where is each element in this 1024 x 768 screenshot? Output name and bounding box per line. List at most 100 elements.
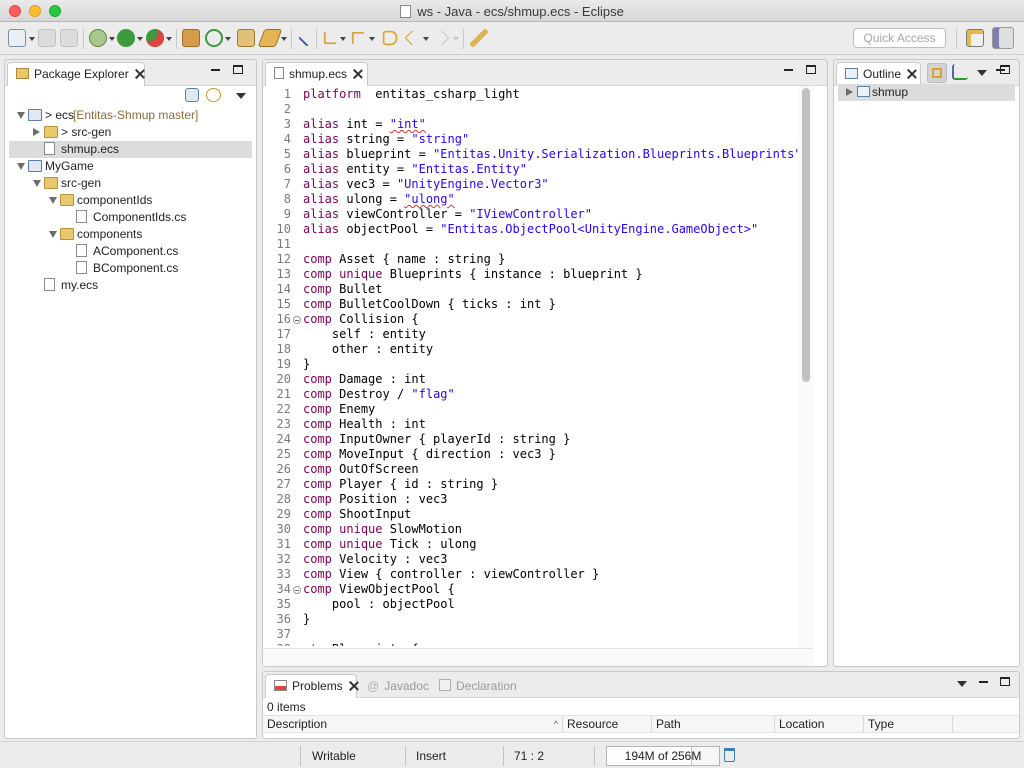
next-annotation-dropdown-icon[interactable] [340, 37, 346, 41]
new-file-icon[interactable] [8, 29, 26, 47]
debug-dropdown-icon[interactable] [109, 37, 115, 41]
tree-item[interactable]: my.ecs [9, 277, 252, 294]
java-perspective-icon[interactable] [992, 27, 1014, 49]
open-folder-icon[interactable] [237, 29, 255, 47]
close-icon[interactable] [349, 681, 359, 691]
refresh-icon[interactable] [205, 29, 223, 47]
search-icon[interactable] [257, 29, 283, 47]
run-external-icon[interactable] [146, 29, 164, 47]
forward-icon[interactable] [434, 30, 450, 46]
save-icon[interactable] [38, 29, 56, 47]
tab-problems[interactable]: Problems [265, 674, 357, 698]
maximize-panel-icon[interactable] [1000, 65, 1010, 74]
line-number: 29 [276, 507, 291, 521]
minimize-panel-icon[interactable] [979, 681, 988, 683]
run-icon[interactable] [117, 29, 135, 47]
fold-toggle-icon[interactable] [293, 586, 301, 594]
expand-icon[interactable] [846, 88, 853, 96]
tree-item[interactable]: BComponent.cs [9, 260, 252, 277]
trash-icon[interactable] [724, 748, 735, 762]
tree-item[interactable]: > ecs [Entitas-Shmup master] [9, 107, 252, 124]
collapse-icon[interactable] [17, 112, 25, 119]
editor-scrollbar-thumb[interactable] [802, 88, 810, 382]
tree-item[interactable]: MyGame [9, 158, 252, 175]
problems-count: 0 items [267, 700, 306, 714]
close-icon[interactable] [353, 69, 363, 79]
open-perspective-icon[interactable] [966, 29, 984, 47]
quick-access-input[interactable]: Quick Access [853, 28, 946, 48]
tree-item[interactable]: > src-gen [9, 124, 252, 141]
debug-icon[interactable] [89, 29, 107, 47]
tree-item[interactable]: ComponentIds.cs [9, 209, 252, 226]
code-token: MoveInput { direction : vec3 } [339, 447, 556, 461]
tab-javadoc[interactable]: @ Javadoc [367, 679, 429, 693]
maximize-panel-icon[interactable] [806, 65, 816, 74]
pin-icon[interactable] [298, 29, 316, 47]
search-dropdown-icon[interactable] [281, 37, 287, 41]
package-icon[interactable] [182, 29, 200, 47]
code-token: entity = [346, 162, 412, 176]
sort-alphabetical-icon[interactable] [952, 64, 968, 80]
column-resource[interactable]: Resource [563, 716, 652, 733]
prev-annotation-dropdown-icon[interactable] [369, 37, 375, 41]
tree-item[interactable]: AComponent.cs [9, 243, 252, 260]
editor-vertical-scrollbar[interactable] [799, 86, 813, 648]
column-location[interactable]: Location [775, 716, 864, 733]
collapse-icon[interactable] [49, 197, 57, 204]
outline-item-label: shmup [872, 85, 909, 99]
keyword-token: comp [303, 537, 332, 551]
collapse-icon[interactable] [17, 163, 25, 170]
view-menu-icon[interactable] [236, 93, 246, 99]
expand-icon[interactable] [33, 128, 40, 136]
editor-horizontal-scrollbar[interactable] [263, 648, 813, 666]
tab-declaration[interactable]: Declaration [439, 679, 517, 693]
last-edit-icon[interactable] [382, 30, 398, 46]
refresh-dropdown-icon[interactable] [225, 37, 231, 41]
external-dropdown-icon[interactable] [166, 37, 172, 41]
tree-item[interactable]: src-gen [9, 175, 252, 192]
column-description[interactable]: Description ^ [263, 716, 563, 733]
column-description-label: Description [267, 717, 328, 731]
project-icon [28, 109, 42, 121]
status-bar: Writable Insert 71 : 2 194M of 256M [0, 741, 1024, 768]
collapse-icon[interactable] [49, 231, 57, 238]
run-dropdown-icon[interactable] [137, 37, 143, 41]
prev-annotation-icon[interactable] [351, 31, 365, 45]
pen-icon[interactable] [470, 29, 488, 47]
maximize-panel-icon[interactable] [1000, 677, 1010, 686]
outline-item[interactable]: shmup [838, 84, 1015, 101]
save-all-icon[interactable] [60, 29, 78, 47]
new-dropdown-icon[interactable] [29, 37, 35, 41]
code-token: blueprint = [346, 147, 434, 161]
heap-status[interactable]: 194M of 256M [606, 746, 720, 766]
tab-outline[interactable]: Outline [836, 62, 921, 86]
column-path[interactable]: Path [652, 716, 775, 733]
close-icon[interactable] [135, 69, 145, 79]
view-menu-icon[interactable] [957, 681, 967, 687]
maximize-panel-icon[interactable] [233, 65, 243, 74]
link-with-editor-icon[interactable] [206, 88, 221, 102]
view-menu-icon[interactable] [977, 70, 987, 76]
column-type[interactable]: Type [864, 716, 953, 733]
forward-dropdown-icon[interactable] [453, 37, 459, 41]
back-icon[interactable] [404, 30, 420, 46]
toolbar-separator [463, 29, 464, 49]
link-outline-icon[interactable] [927, 63, 947, 83]
tab-shmup-ecs[interactable]: shmup.ecs [265, 62, 368, 86]
problems-header: Problems @ Javadoc Declaration [263, 672, 1019, 698]
tree-item[interactable]: components [9, 226, 252, 243]
tree-item[interactable]: componentIds [9, 192, 252, 209]
file-icon [76, 244, 87, 257]
back-dropdown-icon[interactable] [423, 37, 429, 41]
close-icon[interactable] [907, 69, 917, 79]
next-annotation-icon[interactable] [323, 31, 337, 45]
fold-toggle-icon[interactable] [293, 316, 301, 324]
minimize-panel-icon[interactable] [784, 69, 793, 71]
code-line: alias entity = "Entitas.Entity" [303, 162, 527, 176]
tab-package-explorer[interactable]: Package Explorer [7, 62, 145, 86]
code-editor[interactable]: 1 platform entitas_csharp_light 2 3 alias in… [263, 86, 798, 646]
collapse-all-icon[interactable] [185, 88, 199, 102]
collapse-icon[interactable] [33, 180, 41, 187]
tree-item[interactable]: shmup.ecs [9, 141, 252, 158]
minimize-panel-icon[interactable] [211, 69, 220, 71]
